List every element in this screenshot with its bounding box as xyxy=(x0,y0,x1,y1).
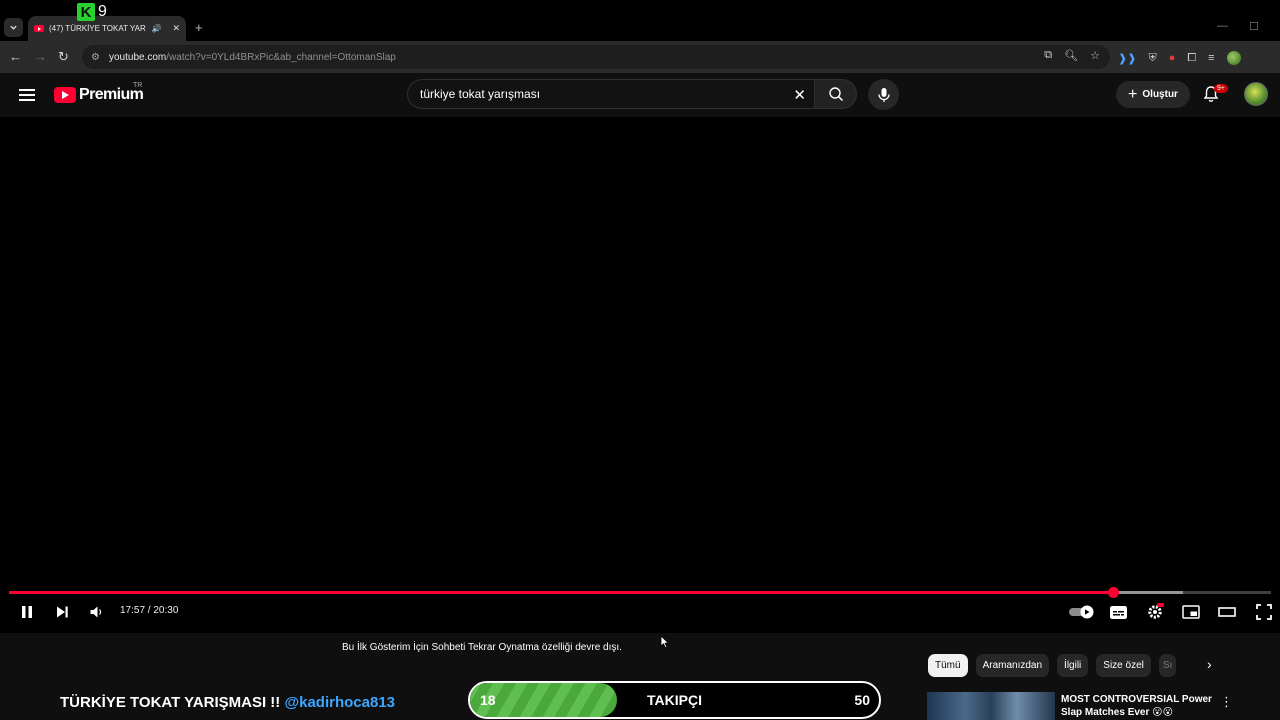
close-tab-icon[interactable]: ✕ xyxy=(172,23,180,34)
minimize-window-button[interactable]: — xyxy=(1217,20,1228,32)
media-controls-icon[interactable]: ≡ xyxy=(1208,52,1214,64)
follower-goal-label: TAKIPÇI xyxy=(647,692,702,708)
maximize-window-button[interactable]: ☐ xyxy=(1249,20,1259,33)
url-path: /watch?v=0YLd4BRxPic&ab_channel=OttomanS… xyxy=(166,51,396,63)
theater-mode-button[interactable] xyxy=(1217,603,1237,621)
browser-profile-avatar[interactable] xyxy=(1226,51,1241,65)
subtitles-button[interactable] xyxy=(1109,603,1127,621)
skip-next-icon xyxy=(57,606,68,618)
overlay-count: 9 xyxy=(98,3,107,20)
miniplayer-button[interactable] xyxy=(1181,603,1201,621)
puzzle-icon[interactable]: ⧠ xyxy=(1187,52,1196,65)
clear-search-icon[interactable]: ✕ xyxy=(793,86,806,104)
extension-translate-icon[interactable]: ❱❱ xyxy=(1118,52,1136,65)
extension-record-icon[interactable]: ● xyxy=(1169,52,1176,64)
stream-overlay-counter: K 9 xyxy=(77,3,107,21)
autoplay-toggle[interactable] xyxy=(1067,603,1095,621)
chevron-right-icon[interactable]: › xyxy=(1207,656,1212,672)
follower-goal-bar: 18 TAKIPÇI 50 xyxy=(468,681,881,719)
country-code: TR xyxy=(133,82,143,89)
site-info-icon[interactable]: ⚙ xyxy=(91,52,103,63)
shield-icon[interactable]: ⛨ xyxy=(1148,52,1156,65)
youtube-favicon-icon xyxy=(34,25,44,32)
new-tab-button[interactable]: + xyxy=(195,20,203,35)
search-input[interactable]: türkiye tokat yarışması ✕ xyxy=(407,79,814,109)
chip-related[interactable]: İlgili xyxy=(1057,654,1089,677)
progress-bar[interactable] xyxy=(9,587,1271,598)
back-arrow-icon[interactable]: ← xyxy=(9,49,22,64)
autoplay-toggle-icon xyxy=(1068,605,1093,619)
mute-button[interactable] xyxy=(87,603,105,621)
menu-icon[interactable] xyxy=(19,89,35,101)
youtube-logo-icon xyxy=(54,87,76,103)
recommended-video-thumbnail[interactable] xyxy=(927,692,1055,720)
bookmark-star-icon[interactable]: ☆ xyxy=(1090,49,1100,62)
chip-for-you[interactable]: Size özel xyxy=(1096,654,1151,677)
voice-search-button[interactable] xyxy=(868,79,899,110)
theater-mode-icon xyxy=(1218,607,1236,617)
fullscreen-button[interactable] xyxy=(1254,603,1274,621)
youtube-premium-logo[interactable]: Premium xyxy=(54,86,144,104)
search-button[interactable] xyxy=(814,79,857,109)
video-title: TÜRKİYE TOKAT YARIŞMASI !! @kadirhoca813 xyxy=(60,694,395,711)
tab-title: (47) TÜRKİYE TOKAT YARIŞMASI xyxy=(49,24,147,33)
notification-badge: 9+ xyxy=(1214,84,1228,93)
chip-all[interactable]: Tümü xyxy=(928,654,968,677)
create-button[interactable]: + Oluştur xyxy=(1116,81,1190,108)
search-query: türkiye tokat yarışması xyxy=(420,87,541,101)
kick-logo: K xyxy=(77,3,95,21)
scrubber-handle[interactable] xyxy=(1107,587,1119,598)
settings-button[interactable] xyxy=(1145,603,1165,621)
zoom-icon[interactable]: 🔍︎ xyxy=(1064,49,1078,62)
pause-icon xyxy=(22,606,32,618)
plus-icon: + xyxy=(1128,85,1138,103)
youtube-masthead: Premium TR türkiye tokat yarışması ✕ + O… xyxy=(0,73,1280,117)
reload-icon[interactable]: ↻ xyxy=(58,49,69,65)
follower-goal-target: 50 xyxy=(854,692,870,708)
miniplayer-icon xyxy=(1182,605,1200,619)
recommendation-filter-chips: Tümü Aramanızdan İlgili Size özel Sı xyxy=(928,654,1177,677)
url-host: youtube.com xyxy=(109,51,167,63)
browser-tabstrip: (47) TÜRKİYE TOKAT YARIŞMASI 🔊 ✕ + — ☐ K… xyxy=(0,0,1280,41)
video-player[interactable]: 17:57 / 20:30 Bu İlk Gösterim İçin Sohbe… xyxy=(0,117,1280,653)
channel-mention-link[interactable]: @kadirhoca813 xyxy=(284,694,395,711)
microphone-icon xyxy=(877,87,890,102)
recommended-video-title[interactable]: MOST CONTROVERSIAL Power Slap Matches Ev… xyxy=(1061,693,1213,719)
browser-toolbar: ← → ↻ ⚙ youtube.com/watch?v=0YLd4BRxPic&… xyxy=(0,41,1280,73)
chat-replay-notice: Bu İlk Gösterim İçin Sohbeti Tekrar Oyna… xyxy=(342,642,622,653)
forward-arrow-icon[interactable]: → xyxy=(34,49,47,64)
browser-tab-youtube[interactable]: (47) TÜRKİYE TOKAT YARIŞMASI 🔊 ✕ xyxy=(28,16,186,41)
account-avatar[interactable] xyxy=(1244,82,1268,106)
more-options-icon[interactable]: ⋮ xyxy=(1220,694,1233,710)
search-icon xyxy=(828,87,843,102)
extensions-area: ❱❱ ⛨ ● ⧠ ≡ xyxy=(1118,51,1241,65)
mouse-cursor-icon xyxy=(660,635,670,649)
install-app-icon[interactable]: ⧉ xyxy=(1044,49,1052,62)
fullscreen-icon xyxy=(1256,604,1272,620)
chip-truncated[interactable]: Sı xyxy=(1158,654,1177,677)
speaker-icon[interactable]: 🔊 xyxy=(151,24,161,33)
chevron-down-icon xyxy=(10,25,17,30)
volume-icon xyxy=(90,606,102,618)
create-label: Oluştur xyxy=(1142,89,1178,100)
address-bar[interactable]: ⚙ youtube.com/watch?v=0YLd4BRxPic&ab_cha… xyxy=(82,45,1110,69)
subtitles-icon xyxy=(1109,605,1127,619)
played-bar xyxy=(9,591,1113,594)
time-display: 17:57 / 20:30 xyxy=(120,605,179,616)
pause-button[interactable] xyxy=(18,603,36,621)
chip-from-search[interactable]: Aramanızdan xyxy=(975,654,1050,677)
next-button[interactable] xyxy=(53,603,71,621)
video-title-text: TÜRKİYE TOKAT YARIŞMASI !! xyxy=(60,694,281,711)
gear-icon xyxy=(1148,603,1164,619)
tab-search-button[interactable] xyxy=(4,18,23,37)
